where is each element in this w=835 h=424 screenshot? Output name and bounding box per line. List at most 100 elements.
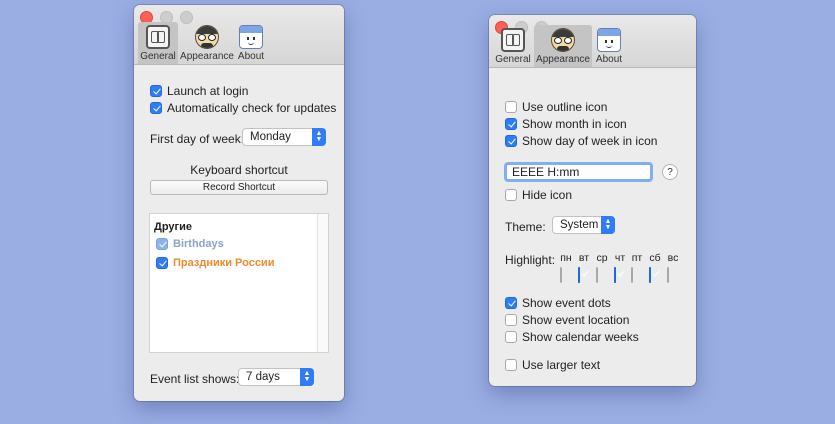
tab-label: General <box>495 54 531 65</box>
checkbox-label: Hide icon <box>522 188 573 202</box>
highlight-fri-checkbox[interactable] <box>631 267 633 283</box>
larger-text-checkbox[interactable]: Use larger text <box>505 358 600 372</box>
checkbox-box[interactable] <box>614 267 616 283</box>
theme-label: Theme: <box>505 220 546 234</box>
checkbox-label: Show day of week in icon <box>522 134 658 148</box>
checkbox-box[interactable] <box>505 314 517 326</box>
tab-label: About <box>595 54 623 65</box>
event-list-label: Event list shows: <box>150 372 240 386</box>
date-format-field[interactable]: EEEE H:mm <box>504 162 653 182</box>
checkbox-label: Show month in icon <box>522 117 627 131</box>
checkbox-box[interactable] <box>156 257 168 269</box>
calendar-group-header: Другие <box>154 221 192 233</box>
calendar-label: Праздники России <box>173 257 275 269</box>
calendar-label: Birthdays <box>173 238 224 250</box>
calendar-list-scrollbar[interactable] <box>317 214 328 352</box>
general-preferences-window: General Appearance About Launch at login… <box>134 5 344 401</box>
popup-value: System <box>560 219 599 231</box>
checkbox-label: Show calendar weeks <box>522 330 639 344</box>
checkbox-label: Use outline icon <box>522 100 608 114</box>
tab-label: About <box>237 51 265 62</box>
theme-popup[interactable]: System ▲ ▼ <box>552 216 615 234</box>
day-of-week-in-icon-checkbox[interactable]: Show day of week in icon <box>505 134 657 148</box>
highlight-label: Highlight: <box>505 253 556 267</box>
calendar-item-holidays[interactable]: Праздники России <box>156 257 274 269</box>
checkbox-box[interactable] <box>631 267 633 283</box>
checkbox-box[interactable] <box>667 267 669 283</box>
toolbar: General Appearance About <box>489 15 696 68</box>
popup-value: Monday <box>250 131 291 143</box>
event-location-checkbox[interactable]: Show event location <box>505 313 629 327</box>
updown-arrows-icon: ▲ ▼ <box>312 128 326 146</box>
calendar-item-birthdays[interactable]: Birthdays <box>156 238 224 250</box>
checkbox-box[interactable] <box>505 118 517 130</box>
appearance-icon <box>195 25 219 49</box>
general-icon <box>501 28 525 52</box>
auto-update-checkbox[interactable]: Automatically check for updates <box>150 101 336 115</box>
general-icon <box>146 25 170 49</box>
event-dots-checkbox[interactable]: Show event dots <box>505 296 611 310</box>
calendar-weeks-checkbox[interactable]: Show calendar weeks <box>505 330 639 344</box>
highlight-wed-checkbox[interactable] <box>596 267 598 283</box>
tab-appearance[interactable]: Appearance <box>180 22 234 64</box>
checkbox-box[interactable] <box>505 297 517 309</box>
toolbar: General Appearance About <box>134 5 344 65</box>
checkbox-box[interactable] <box>505 135 517 147</box>
tab-appearance[interactable]: Appearance <box>534 25 592 67</box>
popup-value: 7 days <box>246 371 280 383</box>
tab-general[interactable]: General <box>493 25 533 67</box>
checkbox-box[interactable] <box>560 267 562 283</box>
launch-at-login-checkbox[interactable]: Launch at login <box>150 84 248 98</box>
help-button[interactable]: ? <box>662 164 678 180</box>
outline-icon-checkbox[interactable]: Use outline icon <box>505 100 607 114</box>
tab-label: Appearance <box>180 51 234 62</box>
tab-about[interactable]: About <box>594 25 624 67</box>
tab-about[interactable]: About <box>236 22 266 64</box>
keyboard-shortcut-heading: Keyboard shortcut <box>190 163 288 177</box>
record-shortcut-button[interactable]: Record Shortcut <box>150 180 328 195</box>
day-label-thu: чт <box>614 252 626 264</box>
checkbox-box[interactable] <box>150 102 162 114</box>
tab-label: General <box>140 51 176 62</box>
checkbox-label: Launch at login <box>167 84 249 98</box>
checkbox-label: Automatically check for updates <box>167 101 337 115</box>
highlight-thu-checkbox[interactable] <box>614 267 616 283</box>
tab-label: Appearance <box>536 54 590 65</box>
about-icon <box>597 28 621 52</box>
about-icon <box>239 25 263 49</box>
updown-arrows-icon: ▲ ▼ <box>300 368 314 386</box>
appearance-preferences-window: General Appearance About Use outline ico… <box>489 15 696 386</box>
highlight-sun-checkbox[interactable] <box>667 267 669 283</box>
hide-icon-checkbox[interactable]: Hide icon <box>505 188 572 202</box>
checkbox-label: Show event dots <box>522 296 611 310</box>
checkbox-box[interactable] <box>156 238 168 250</box>
day-label-tue: вт <box>578 252 590 264</box>
day-label-sun: вс <box>667 252 679 264</box>
updown-arrows-icon: ▲ ▼ <box>601 216 615 234</box>
appearance-icon <box>551 28 575 52</box>
checkbox-label: Use larger text <box>522 358 601 372</box>
highlight-mon-checkbox[interactable] <box>560 267 562 283</box>
day-label-fri: пт <box>631 252 643 264</box>
checkbox-box[interactable] <box>150 85 162 97</box>
checkbox-box[interactable] <box>505 101 517 113</box>
checkbox-box[interactable] <box>505 331 517 343</box>
checkbox-box[interactable] <box>505 359 517 371</box>
first-day-label: First day of week: <box>150 132 245 146</box>
day-label-sat: сб <box>649 252 661 264</box>
checkbox-box[interactable] <box>578 267 580 283</box>
first-day-popup[interactable]: Monday ▲ ▼ <box>242 128 326 146</box>
calendar-list: Другие Birthdays Праздники России <box>149 213 329 353</box>
day-label-mon: пн <box>560 252 572 264</box>
checkbox-label: Show event location <box>522 313 630 327</box>
highlight-sat-checkbox[interactable] <box>649 267 651 283</box>
tab-general[interactable]: General <box>138 22 178 64</box>
checkbox-box[interactable] <box>596 267 598 283</box>
event-list-popup[interactable]: 7 days ▲ ▼ <box>238 368 314 386</box>
highlight-tue-checkbox[interactable] <box>578 267 580 283</box>
checkbox-box[interactable] <box>649 267 651 283</box>
checkbox-box[interactable] <box>505 189 517 201</box>
month-in-icon-checkbox[interactable]: Show month in icon <box>505 117 627 131</box>
day-label-wed: ср <box>596 252 608 264</box>
date-format-value: EEEE H:mm <box>512 165 580 179</box>
